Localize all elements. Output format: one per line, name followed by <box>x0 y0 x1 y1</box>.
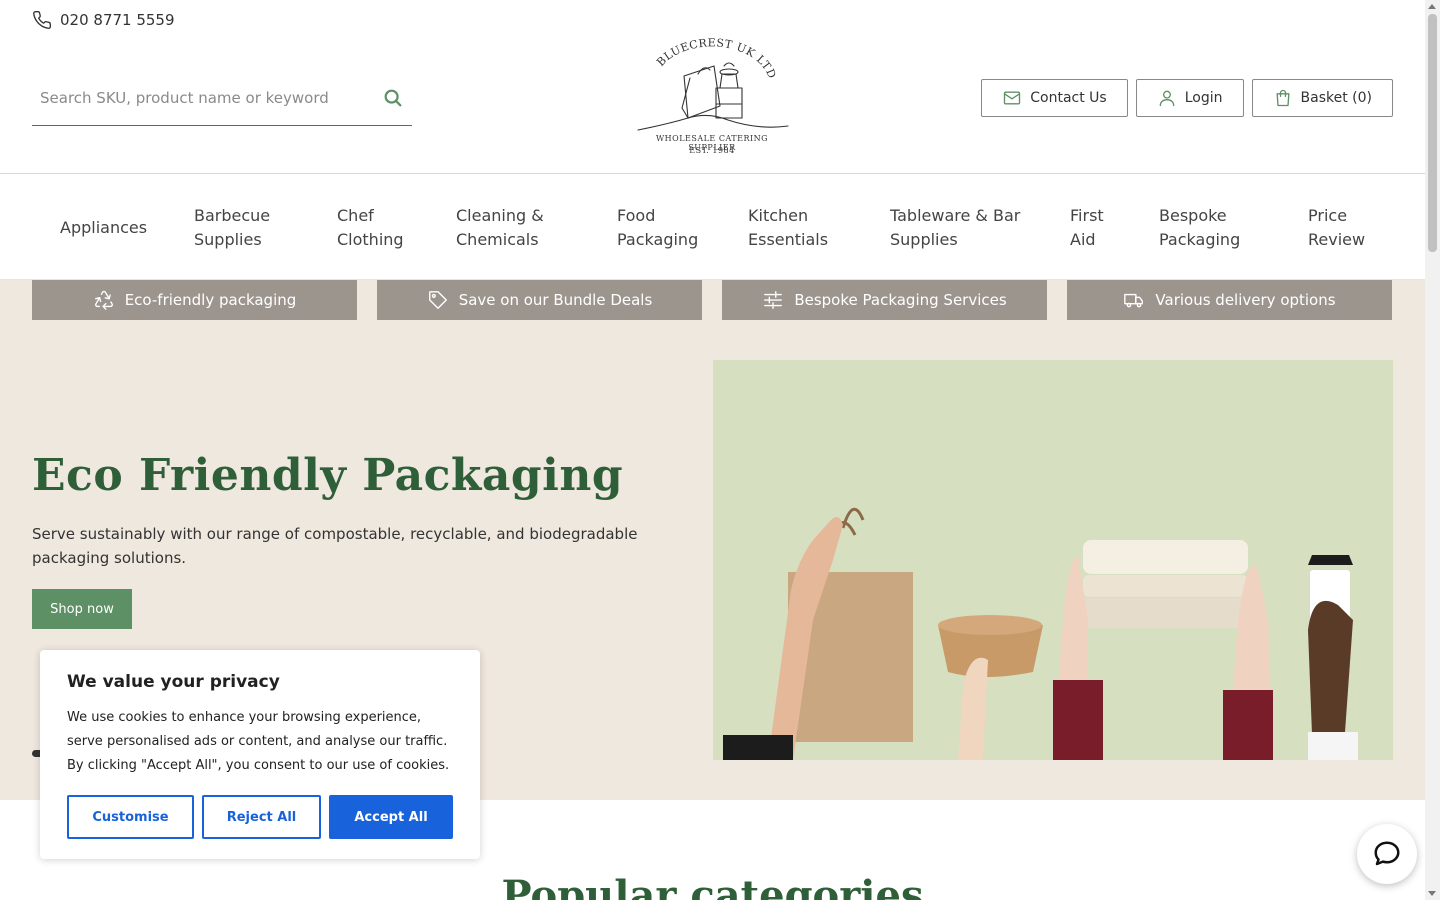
benefit-bundle-deals[interactable]: Save on our Bundle Deals <box>377 280 702 320</box>
sliders-icon <box>764 291 783 309</box>
nav-label-line2: Packaging <box>1159 230 1241 249</box>
page-scrollbar[interactable] <box>1425 0 1440 900</box>
shopping-bag-icon <box>1276 89 1290 107</box>
benefits-bar: Eco-friendly packaging Save on our Bundl… <box>32 280 1392 320</box>
nav-label-line2: Review <box>1308 230 1366 249</box>
nav-item-bespoke-packaging[interactable]: Bespoke Packaging <box>1159 204 1240 252</box>
cookie-consent-dialog: We value your privacy We use cookies to … <box>40 650 480 859</box>
login-button[interactable]: Login <box>1135 79 1244 117</box>
search-input[interactable] <box>32 88 372 107</box>
nav-item-kitchen-essentials[interactable]: Kitchen Essentials <box>748 204 828 252</box>
nav-item-price-review[interactable]: Price Review <box>1308 204 1365 252</box>
nav-item-first-aid[interactable]: First Aid <box>1070 204 1104 252</box>
nav-label-line1: Tableware & Bar <box>890 206 1021 225</box>
popular-categories-title: Popular categories <box>501 872 924 900</box>
benefit-label: Save on our Bundle Deals <box>458 291 653 309</box>
header-actions: Contact Us Login Basket (0) <box>981 79 1393 117</box>
nav-label-line2: Packaging <box>617 230 699 249</box>
benefit-label: Various delivery options <box>1155 291 1336 309</box>
cookie-text: We use cookies to enhance your browsing … <box>67 710 450 773</box>
benefit-label: Eco-friendly packaging <box>124 291 297 309</box>
nav-label-line2: Essentials <box>748 230 829 249</box>
nav-label-line1: Food <box>617 206 656 225</box>
hero-title: Eco Friendly Packaging <box>32 450 624 501</box>
phone-icon <box>33 10 52 29</box>
nav-item-barbecue-supplies[interactable]: Barbecue Supplies <box>194 204 270 252</box>
recycle-icon <box>94 290 113 310</box>
nav-label-line2: Supplies <box>890 230 958 249</box>
basket-button[interactable]: Basket (0) <box>1251 79 1393 117</box>
site-logo[interactable]: BLUECREST UK LTD WHOLESALE CATERING SUPP… <box>632 36 792 160</box>
nav-item-appliances[interactable]: Appliances <box>60 216 147 240</box>
nav-label-line1: Bespoke <box>1159 206 1227 225</box>
tag-icon <box>428 291 447 309</box>
cookie-title: We value your privacy <box>67 672 280 692</box>
reject-all-button[interactable]: Reject All <box>202 795 321 839</box>
customise-button[interactable]: Customise <box>67 795 194 839</box>
nav-label-line1: Price <box>1308 206 1348 225</box>
search-icon[interactable] <box>382 87 404 109</box>
nav-label-line1: Cleaning & <box>456 206 544 225</box>
nav-item-tableware-bar[interactable]: Tableware & Bar Supplies <box>890 204 1020 252</box>
benefit-eco-friendly[interactable]: Eco-friendly packaging <box>32 280 357 320</box>
benefit-label: Bespoke Packaging Services <box>794 291 1007 309</box>
phone-number[interactable]: 020 8771 5559 <box>60 11 175 29</box>
shop-now-button[interactable]: Shop now <box>32 589 132 629</box>
chat-widget-button[interactable] <box>1357 824 1417 884</box>
hero-description: Serve sustainably with our range of comp… <box>32 525 638 567</box>
phone-link[interactable]: 020 8771 5559 <box>32 10 175 30</box>
nav-label-line2: Chemicals <box>456 230 539 249</box>
packaging-illustration <box>723 507 1358 760</box>
nav-label-line2: Clothing <box>337 230 404 249</box>
main-nav: Appliances Barbecue Supplies Chef Clothi… <box>0 174 1425 280</box>
nav-item-food-packaging[interactable]: Food Packaging <box>617 204 698 252</box>
nav-item-chef-clothing[interactable]: Chef Clothing <box>337 204 404 252</box>
scroll-up-arrow[interactable] <box>1428 4 1436 9</box>
contact-us-button[interactable]: Contact Us <box>981 79 1128 117</box>
nav-label-line1: Barbecue <box>194 206 271 225</box>
nav-label-line2: Supplies <box>194 230 262 249</box>
login-label: Login <box>1184 90 1223 106</box>
benefit-bespoke-services[interactable]: Bespoke Packaging Services <box>722 280 1047 320</box>
benefit-delivery-options[interactable]: Various delivery options <box>1067 280 1392 320</box>
site-header: 020 8771 5559 BLUECREST UK LTD WHOLESALE… <box>0 0 1425 174</box>
logo-established: EST. 1984 <box>689 146 735 155</box>
nav-item-cleaning-chemicals[interactable]: Cleaning & Chemicals <box>456 204 544 252</box>
chat-bubble-icon <box>1374 841 1400 866</box>
nav-label: Appliances <box>60 218 148 237</box>
cookie-buttons: Customise Reject All Accept All <box>67 795 453 839</box>
hero-image <box>713 360 1393 760</box>
logo-emblem: BLUECREST UK LTD <box>637 36 789 131</box>
user-icon <box>1159 90 1175 107</box>
contact-us-label: Contact Us <box>1030 90 1107 106</box>
basket-label: Basket (0) <box>1300 90 1372 106</box>
nav-label-line1: Chef <box>337 206 374 225</box>
truck-icon <box>1124 293 1144 308</box>
search-bar <box>32 70 412 126</box>
nav-label-line1: First <box>1070 206 1104 225</box>
mail-icon <box>1004 91 1021 105</box>
scroll-down-arrow[interactable] <box>1428 891 1436 896</box>
accept-all-button[interactable]: Accept All <box>329 795 453 839</box>
scroll-thumb[interactable] <box>1428 14 1437 252</box>
nav-label-line2: Aid <box>1070 230 1096 249</box>
nav-label-line1: Kitchen <box>748 206 809 225</box>
logo-arc-text: BLUECREST UK LTD <box>654 36 779 80</box>
